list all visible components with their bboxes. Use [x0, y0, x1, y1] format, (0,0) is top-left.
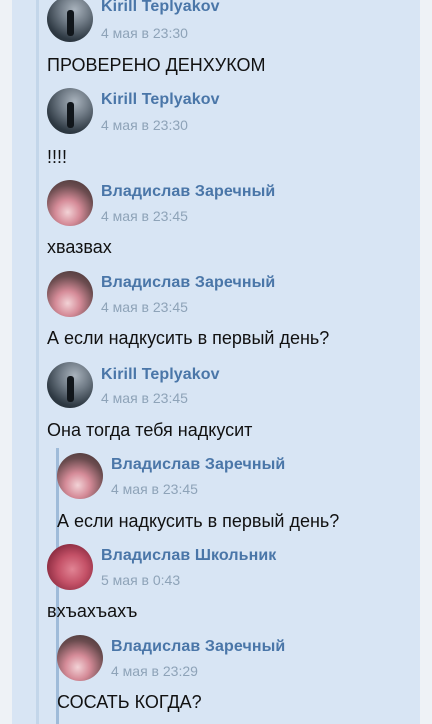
left-edge	[0, 0, 12, 724]
message-text: ПРОВЕРЕНО ДЕНХУКОМ	[47, 55, 266, 75]
avatar[interactable]	[57, 453, 103, 499]
avatar[interactable]	[47, 271, 93, 317]
avatar[interactable]	[47, 180, 93, 226]
timestamp: 4 мая в 23:45	[101, 390, 188, 406]
author-name[interactable]: Kirill Teplyakov	[101, 0, 220, 16]
author-name[interactable]: Kirill Teplyakov	[101, 91, 220, 109]
timestamp: 4 мая в 23:45	[111, 481, 198, 497]
author-name[interactable]: Владислав Заречный	[101, 183, 275, 201]
author-name[interactable]: Владислав Заречный	[111, 456, 285, 474]
timestamp: 4 мая в 23:29	[111, 663, 198, 679]
avatar[interactable]	[47, 544, 93, 590]
timestamp: 4 мая в 23:30	[101, 25, 188, 41]
message-text: вхъахъахъ	[47, 601, 138, 621]
timestamp: 4 мая в 23:45	[101, 299, 188, 315]
author-name[interactable]: Владислав Заречный	[101, 274, 275, 292]
timestamp: 4 мая в 23:45	[101, 208, 188, 224]
avatar[interactable]	[47, 362, 93, 408]
message-text: хвазвах	[47, 237, 112, 257]
message-text: !!!!	[47, 147, 68, 167]
message-text: СОСАТЬ КОГДА?	[57, 692, 202, 712]
author-name[interactable]: Владислав Школьник	[101, 547, 276, 565]
avatar[interactable]	[47, 88, 93, 134]
timestamp: 4 мая в 23:30	[101, 117, 188, 133]
message-text: Она тогда тебя надкусит	[47, 420, 253, 440]
avatar[interactable]	[57, 635, 103, 681]
author-name[interactable]: Kirill Teplyakov	[101, 366, 220, 384]
message-text: А если надкусить в первый день?	[47, 328, 330, 348]
timestamp: 5 мая в 0:43	[101, 572, 181, 588]
author-name[interactable]: Владислав Заречный	[111, 638, 285, 656]
right-edge	[420, 0, 432, 724]
quote-bar-outer	[36, 0, 39, 724]
message-text: А если надкусить в первый день?	[57, 511, 340, 531]
